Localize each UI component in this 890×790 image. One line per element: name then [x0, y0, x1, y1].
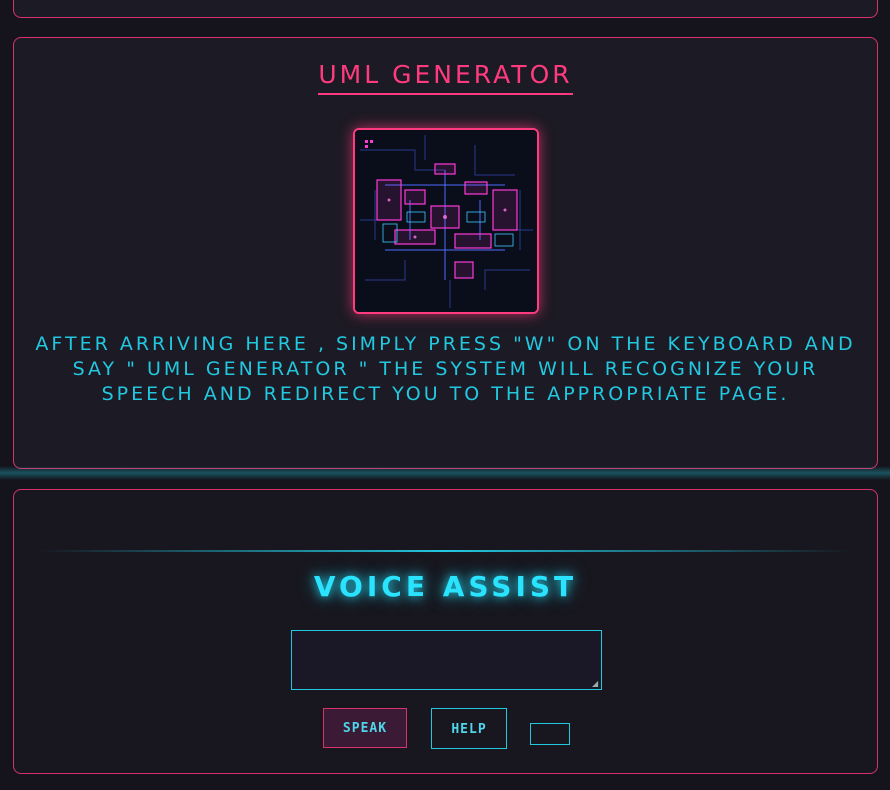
uml-diagram-image: [353, 128, 539, 314]
voice-transcript-input[interactable]: [291, 630, 602, 690]
previous-section-card: [13, 0, 878, 18]
voice-assist-card: VOICE ASSIST ◢ SPEAK HELP: [13, 489, 878, 774]
resize-grip-icon[interactable]: ◢: [592, 680, 600, 688]
unlabeled-button[interactable]: [530, 723, 570, 745]
uml-title: UML GENERATOR: [318, 60, 573, 95]
voice-divider: [39, 550, 852, 552]
uml-instructions: AFTER ARRIVING HERE , SIMPLY PRESS "W" O…: [35, 333, 856, 405]
speak-button[interactable]: SPEAK: [323, 708, 407, 748]
section-divider-glow: [0, 466, 890, 480]
uml-title-wrap: UML GENERATOR: [14, 60, 877, 95]
uml-diagram-illustration: [355, 130, 537, 312]
uml-generator-card: UML GENERATOR AFTER ARRIVING HERE , SIMP…: [13, 37, 878, 469]
help-button[interactable]: HELP: [431, 708, 507, 749]
voice-assist-title: VOICE ASSIST: [313, 570, 578, 603]
